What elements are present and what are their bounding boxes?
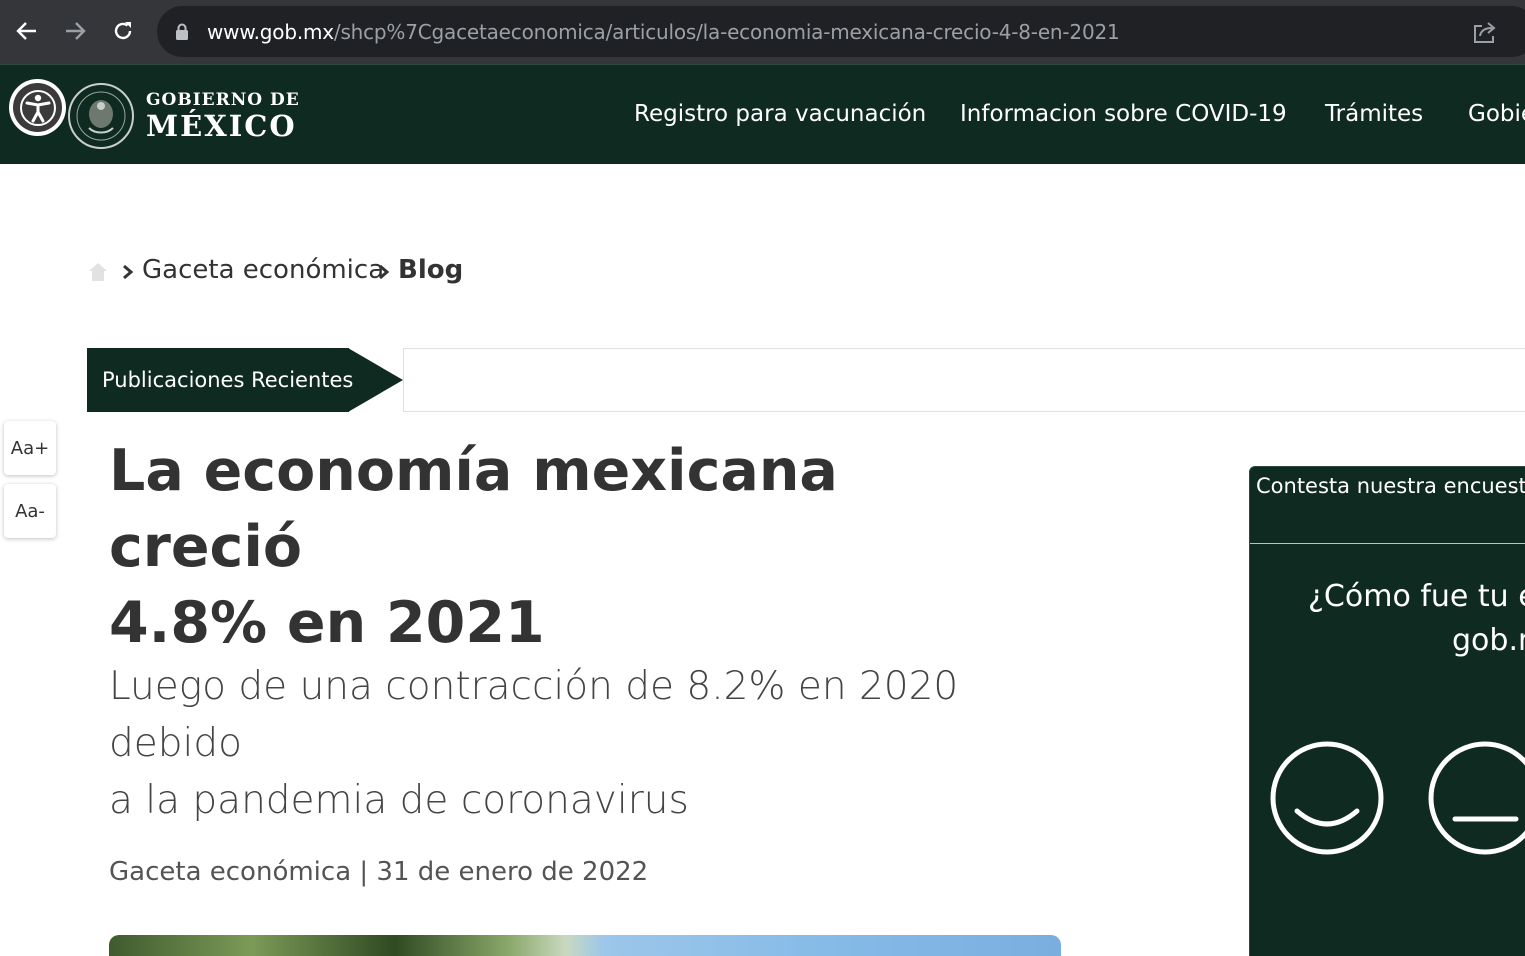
article-source: Gaceta económica — [109, 857, 352, 887]
accessibility-button[interactable] — [9, 79, 66, 136]
back-button[interactable] — [9, 13, 45, 49]
site-header: GOBIERNO DE MÉXICO Registro para vacunac… — [0, 64, 1525, 164]
address-bar[interactable]: www.gob.mx/shcp%7Cgacetaeconomica/articu… — [157, 6, 1525, 57]
nav-link-tramites[interactable]: Trámites — [1325, 101, 1423, 127]
breadcrumb-blog: Blog — [398, 255, 464, 285]
url-host: www.gob.mx — [207, 20, 334, 44]
article-subtitle: Luego de una contracción de 8.2% en 2020… — [109, 658, 1069, 829]
article-date: 31 de enero de 2022 — [376, 857, 649, 887]
survey-divider — [1250, 543, 1525, 544]
nav-link-covid-info[interactable]: Informacion sobre COVID-19 — [960, 101, 1287, 127]
nav-link-gobierno[interactable]: Gobie — [1468, 101, 1525, 127]
accessibility-icon — [13, 83, 62, 132]
font-decrease-button[interactable]: Aa- — [4, 484, 56, 538]
recent-publications-arrow — [348, 348, 403, 412]
home-icon[interactable] — [87, 260, 109, 282]
article-title-line1: La economía mexicana creció — [109, 438, 838, 580]
article-subtitle-line1: Luego de una contracción de 8.2% en 2020… — [109, 664, 959, 766]
reload-icon — [114, 22, 132, 40]
share-icon[interactable] — [1472, 20, 1498, 44]
arrow-left-icon — [16, 22, 36, 40]
neutral-face-icon[interactable] — [1428, 741, 1525, 855]
recent-publications-box — [403, 348, 1525, 412]
happy-face-icon[interactable] — [1270, 741, 1384, 855]
nav-link-vaccination[interactable]: Registro para vacunación — [634, 101, 926, 127]
article-subtitle-line2: a la pandemia de coronavirus — [109, 778, 689, 823]
survey-question-line2: gob.m — [1452, 623, 1525, 658]
article-title: La economía mexicana creció 4.8% en 2021 — [109, 433, 1009, 661]
article-hero-image — [109, 935, 1061, 956]
national-seal-logo — [67, 82, 135, 150]
lock-icon — [176, 23, 188, 40]
browser-toolbar: www.gob.mx/shcp%7Cgacetaeconomica/articu… — [0, 0, 1525, 64]
chevron-right-icon — [123, 264, 134, 280]
logo-text-bottom: MÉXICO — [146, 109, 297, 143]
article-meta: Gaceta económica | 31 de enero de 2022 — [109, 857, 648, 887]
breadcrumb-gaceta[interactable]: Gaceta económica — [142, 255, 384, 285]
font-increase-button[interactable]: Aa+ — [4, 421, 56, 475]
meta-separator: | — [359, 857, 369, 887]
survey-question-line1: ¿Cómo fue tu e — [1308, 579, 1525, 614]
arrow-right-icon — [66, 22, 86, 40]
article-title-line2: 4.8% en 2021 — [109, 590, 545, 656]
logo-text-top: GOBIERNO DE — [146, 90, 300, 110]
survey-panel: Contesta nuestra encuesta ¿Cómo fue tu e… — [1249, 466, 1525, 956]
url-text: www.gob.mx/shcp%7Cgacetaeconomica/articu… — [207, 19, 1120, 45]
url-path: /shcp%7Cgacetaeconomica/articulos/la-eco… — [333, 20, 1120, 44]
forward-button[interactable] — [57, 13, 93, 49]
chevron-right-icon — [379, 264, 390, 280]
survey-header[interactable]: Contesta nuestra encuesta — [1256, 474, 1525, 498]
reload-button[interactable] — [105, 13, 141, 49]
recent-publications-label: Publicaciones Recientes — [102, 368, 354, 392]
